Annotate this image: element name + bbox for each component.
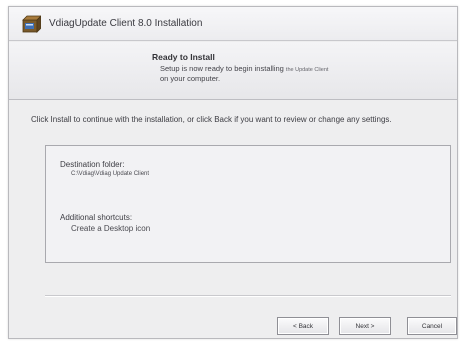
header-app-name: the Update Client bbox=[285, 67, 329, 73]
installer-box-icon bbox=[21, 14, 42, 34]
instructions-text: Click Install to continue with the insta… bbox=[31, 115, 392, 124]
footer-divider bbox=[45, 295, 451, 297]
installer-window: VdiagUpdate Client 8.0 Installation Read… bbox=[8, 6, 458, 339]
next-button[interactable]: Next > bbox=[339, 317, 391, 335]
settings-summary-box[interactable]: Destination folder: C:\Vdiag\Vdiag Updat… bbox=[45, 145, 451, 263]
header-description: Setup is now ready to begin installing t… bbox=[160, 64, 328, 73]
page-header: Ready to Install Setup is now ready to b… bbox=[9, 42, 457, 100]
header-description-line2: on your computer. bbox=[160, 74, 221, 83]
title-bar: VdiagUpdate Client 8.0 Installation bbox=[9, 7, 457, 41]
additional-shortcuts-value: Create a Desktop icon bbox=[71, 224, 151, 233]
destination-folder-label: Destination folder: bbox=[60, 160, 125, 169]
back-button[interactable]: < Back bbox=[277, 317, 329, 335]
header-description-text: Setup is now ready to begin installing bbox=[160, 64, 284, 73]
additional-shortcuts-label: Additional shortcuts: bbox=[60, 213, 133, 222]
window-title: VdiagUpdate Client 8.0 Installation bbox=[49, 18, 203, 29]
page-title: Ready to Install bbox=[152, 52, 215, 62]
destination-folder-value: C:\Vdiag\Vdiag Update Client bbox=[71, 171, 150, 177]
cancel-button[interactable]: Cancel bbox=[407, 317, 457, 335]
